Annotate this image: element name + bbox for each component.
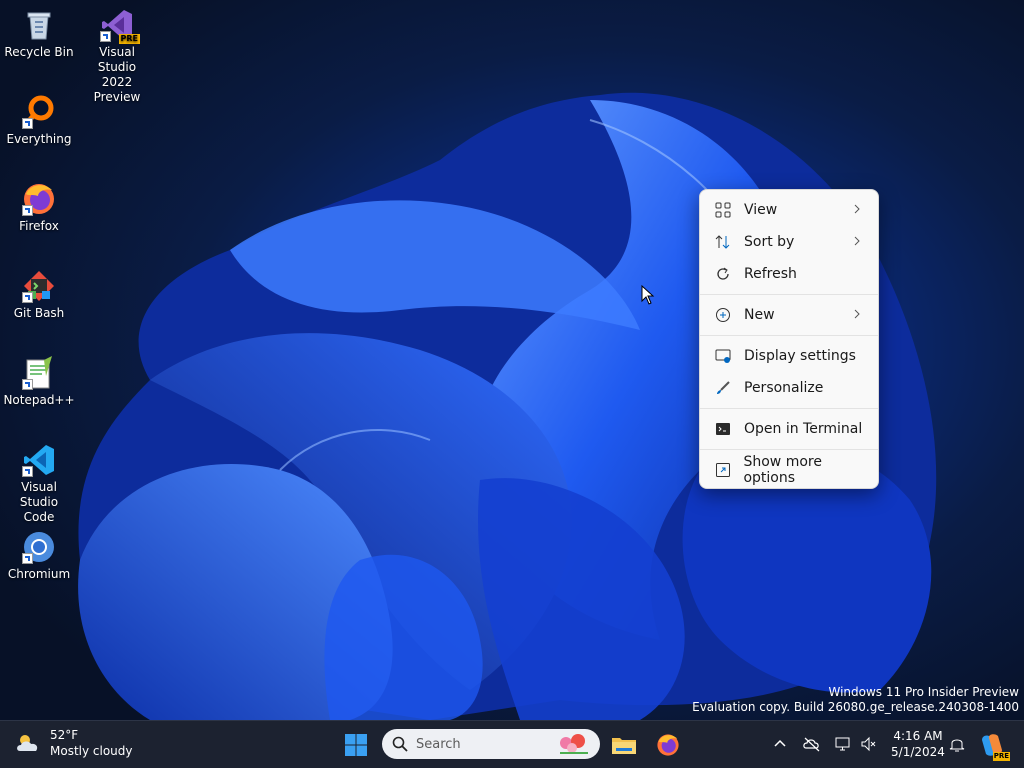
desktop-icon-label: Recycle Bin: [4, 45, 74, 59]
onedrive-offline-icon[interactable]: [803, 735, 821, 753]
menu-separator: [700, 335, 878, 336]
recycle-bin-icon: [22, 8, 56, 42]
search-icon: [392, 736, 408, 752]
copilot-button[interactable]: PRE: [976, 729, 1010, 761]
desktop-icon-label: Visual Studio Code: [19, 480, 59, 524]
pre-badge: PRE: [118, 34, 140, 44]
menu-item-label: Open in Terminal: [744, 421, 863, 437]
desktop-icon-recycle-bin[interactable]: Recycle Bin: [1, 8, 77, 60]
grid-view-icon: [714, 201, 732, 219]
desktop-icon-visual-studio[interactable]: PRE Visual Studio 2022 Preview: [79, 8, 155, 105]
notification-bell-icon[interactable]: [948, 735, 966, 753]
shortcut-arrow-icon: [22, 553, 33, 564]
chevron-right-icon: [854, 236, 860, 246]
evaluation-watermark: Windows 11 Pro Insider Preview Evaluatio…: [692, 685, 1019, 715]
menu-separator: [700, 294, 878, 295]
shortcut-arrow-icon: [22, 118, 33, 129]
git-bash-icon: [22, 269, 56, 303]
menu-item-show-more-options[interactable]: Show more options: [704, 454, 874, 486]
volume-muted-icon[interactable]: [860, 735, 878, 753]
start-button[interactable]: [340, 729, 372, 761]
clock-date: 5/1/2024: [891, 745, 945, 759]
desktop-icon-label: Chromium: [7, 567, 71, 581]
menu-item-display-settings[interactable]: Display settings: [704, 341, 874, 371]
weather-temperature: 52°F: [50, 728, 79, 742]
desktop-context-menu: View Sort by Refresh New Display setting…: [699, 189, 879, 489]
taskbar-file-explorer[interactable]: [608, 729, 640, 761]
firefox-icon: [22, 182, 56, 216]
flowers-highlight-icon: [560, 734, 588, 754]
terminal-icon: [714, 420, 732, 438]
menu-item-label: Sort by: [744, 234, 795, 250]
menu-separator: [700, 408, 878, 409]
menu-item-open-in-terminal[interactable]: Open in Terminal: [704, 414, 874, 444]
desktop-icon-label: Firefox: [19, 219, 59, 233]
refresh-icon: [714, 265, 732, 283]
brush-icon: [714, 379, 732, 397]
desktop-icon-everything[interactable]: Everything: [1, 95, 77, 147]
desktop-icon-label: Notepad++: [3, 393, 75, 407]
sort-icon: [714, 233, 732, 251]
menu-item-personalize[interactable]: Personalize: [704, 373, 874, 403]
desktop-icon-vscode[interactable]: Visual Studio Code: [1, 443, 77, 525]
shortcut-arrow-icon: [100, 31, 111, 42]
menu-item-sort-by[interactable]: Sort by: [704, 227, 874, 257]
notepad-plus-plus-icon: [22, 356, 56, 390]
desktop-icon-git-bash[interactable]: Git Bash: [1, 269, 77, 321]
everything-icon: [22, 95, 56, 129]
vscode-icon: [22, 443, 56, 477]
desktop-icon-label: Everything: [6, 132, 72, 146]
menu-item-label: Personalize: [744, 380, 824, 396]
plus-circle-icon: [714, 306, 732, 324]
menu-item-label: New: [744, 307, 775, 323]
shortcut-arrow-icon: [22, 466, 33, 477]
windows-logo-icon: [345, 734, 367, 756]
folder-icon: [612, 738, 636, 754]
taskbar-clock[interactable]: 4:16 AM 5/1/2024: [890, 728, 946, 760]
desktop-icon-firefox[interactable]: Firefox: [1, 182, 77, 234]
menu-separator: [700, 449, 878, 450]
menu-item-label: Display settings: [744, 348, 856, 364]
taskbar-search-box[interactable]: Search: [382, 729, 600, 759]
taskbar-firefox[interactable]: [652, 729, 684, 761]
search-placeholder: Search: [416, 736, 461, 752]
shortcut-arrow-icon: [22, 292, 33, 303]
menu-item-label: Show more options: [743, 454, 822, 486]
visual-studio-icon: PRE: [100, 8, 140, 44]
firefox-icon: [657, 734, 679, 756]
desktop-icon-label: Visual Studio 2022 Preview: [93, 45, 141, 104]
menu-item-view[interactable]: View: [704, 195, 874, 225]
pre-badge: PRE: [992, 752, 1010, 761]
desktop-icon-chromium[interactable]: Chromium: [1, 530, 77, 582]
weather-condition: Mostly cloudy: [50, 744, 133, 758]
watermark-line-2: Evaluation copy. Build 26080.ge_release.…: [692, 700, 1019, 714]
menu-item-new[interactable]: New: [704, 300, 874, 330]
chevron-right-icon: [854, 309, 860, 319]
menu-item-label: Refresh: [744, 266, 797, 282]
desktop-icon-label: Git Bash: [13, 306, 65, 320]
watermark-line-1: Windows 11 Pro Insider Preview: [828, 685, 1019, 699]
menu-item-refresh[interactable]: Refresh: [704, 259, 874, 289]
shortcut-arrow-icon: [22, 205, 33, 216]
chromium-icon: [22, 530, 56, 564]
chevron-right-icon: [854, 204, 860, 214]
network-disconnected-icon[interactable]: [834, 735, 852, 753]
taskbar: 52°F Mostly cloudy Search 4:16 AM 5/1/20…: [0, 720, 1024, 768]
menu-item-label: View: [744, 202, 778, 218]
shortcut-arrow-icon: [22, 379, 33, 390]
cloudy-weather-icon: [17, 735, 38, 751]
clock-time: 4:16 AM: [893, 729, 943, 743]
mouse-cursor-icon: [641, 285, 655, 305]
weather-widget[interactable]: 52°F Mostly cloudy: [14, 727, 133, 759]
display-settings-icon: [714, 347, 732, 365]
show-hidden-icons-chevron-icon[interactable]: [771, 735, 789, 753]
more-options-icon: [714, 461, 731, 479]
desktop-icon-notepad-plus-plus[interactable]: Notepad++: [1, 356, 77, 408]
